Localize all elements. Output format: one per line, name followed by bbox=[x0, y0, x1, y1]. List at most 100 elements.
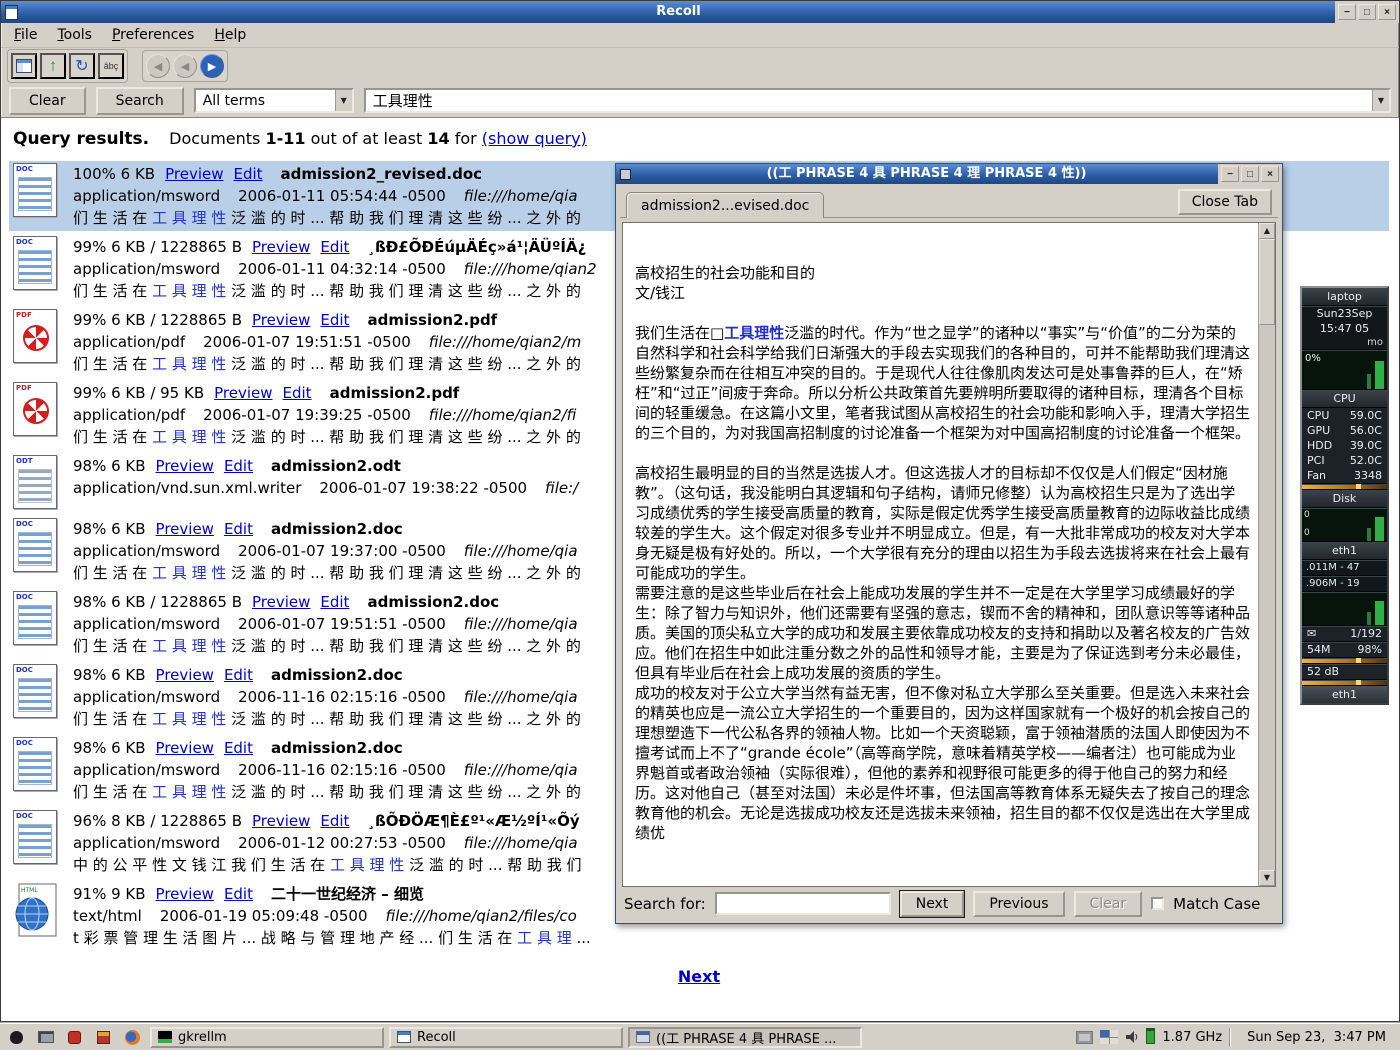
find-previous-button[interactable]: Previous bbox=[973, 891, 1064, 917]
result-edit-link[interactable]: Edit bbox=[320, 311, 349, 329]
scroll-down-icon[interactable]: ▼ bbox=[1259, 870, 1275, 886]
preview-window: ((工 PHRASE 4 具 PHRASE 4 理 PHRASE 4 性)) −… bbox=[615, 163, 1283, 924]
menu-file[interactable]: File bbox=[5, 24, 46, 46]
task-label: ((工 PHRASE 4 具 PHRASE ... bbox=[656, 1028, 836, 1047]
file-type-doc-icon: DOC bbox=[13, 518, 59, 574]
result-edit-link[interactable]: Edit bbox=[224, 885, 253, 903]
preview-document-text[interactable]: 高校招生的社会功能和目的文/钱江我们生活在□工具理性泛滥的时代。作为“世之显学”… bbox=[623, 223, 1258, 886]
sensor-value: 3348 bbox=[1354, 469, 1382, 482]
search-mode-select[interactable]: All terms ▼ bbox=[194, 88, 354, 113]
result-preview-link[interactable]: Preview bbox=[214, 384, 272, 402]
find-clear-button[interactable]: Clear bbox=[1074, 891, 1143, 917]
menu-help[interactable]: Help bbox=[205, 24, 255, 46]
result-edit-link[interactable]: Edit bbox=[320, 238, 349, 256]
title-bar[interactable]: Recoll − □ × bbox=[1, 1, 1399, 23]
result-preview-link[interactable]: Preview bbox=[156, 666, 214, 684]
snippet-match: 工 具 理 性 bbox=[152, 428, 226, 446]
result-preview-link[interactable]: Preview bbox=[156, 457, 214, 475]
result-preview-link[interactable]: Preview bbox=[165, 165, 223, 183]
menu-tools[interactable]: Tools bbox=[48, 24, 101, 46]
result-edit-link[interactable]: Edit bbox=[224, 457, 253, 475]
search-button[interactable]: Search bbox=[96, 87, 184, 115]
result-edit-link[interactable]: Edit bbox=[283, 384, 312, 402]
result-edit-link[interactable]: Edit bbox=[233, 165, 262, 183]
result-mime: application/msword bbox=[73, 834, 220, 852]
preview-minimize-button[interactable]: − bbox=[1221, 166, 1239, 182]
monitor-launcher-icon[interactable] bbox=[34, 1027, 57, 1048]
prev-page-button[interactable]: ◀ bbox=[173, 54, 197, 78]
first-page-button[interactable]: ◀ bbox=[146, 54, 170, 78]
preview-scrollbar[interactable]: ▲ ▼ bbox=[1258, 223, 1275, 886]
result-edit-link[interactable]: Edit bbox=[320, 812, 349, 830]
net-rx: .011M - 47 bbox=[1302, 560, 1387, 576]
keyboard-tray-icon[interactable] bbox=[1076, 1031, 1093, 1044]
maximize-button[interactable]: □ bbox=[1358, 4, 1376, 20]
package-launcher-icon[interactable] bbox=[92, 1027, 115, 1048]
minimize-button[interactable]: − bbox=[1338, 4, 1356, 20]
result-relevance-size: 98% 6 KB bbox=[73, 520, 146, 538]
pager-tray-icon[interactable] bbox=[1100, 1030, 1118, 1044]
result-url: file:///home/qian2/files/co bbox=[386, 907, 577, 925]
sensor-label: GPU bbox=[1307, 424, 1330, 437]
result-url: file:/ bbox=[545, 479, 578, 497]
doc-history-button[interactable] bbox=[11, 53, 37, 79]
result-preview-link[interactable]: Preview bbox=[252, 311, 310, 329]
term-explorer-button[interactable]: âbç bbox=[98, 53, 124, 79]
result-preview-link[interactable]: Preview bbox=[156, 739, 214, 757]
reload-button[interactable]: ↻ bbox=[69, 53, 95, 79]
battery-tray-icon[interactable] bbox=[1146, 1030, 1155, 1044]
preview-title-bar[interactable]: ((工 PHRASE 4 具 PHRASE 4 理 PHRASE 4 性)) −… bbox=[616, 164, 1282, 184]
footprint-launcher-icon[interactable] bbox=[5, 1027, 28, 1048]
scroll-up-icon[interactable]: ▲ bbox=[1259, 223, 1275, 239]
result-edit-link[interactable]: Edit bbox=[224, 739, 253, 757]
result-mime: text/html bbox=[73, 907, 142, 925]
taskbar-task-chart[interactable]: gkrellm bbox=[150, 1027, 384, 1048]
result-edit-link[interactable]: Edit bbox=[224, 666, 253, 684]
match-case-checkbox[interactable] bbox=[1151, 897, 1164, 910]
result-preview-link[interactable]: Preview bbox=[156, 885, 214, 903]
firefox-launcher-icon[interactable] bbox=[121, 1027, 144, 1048]
search-query-input[interactable] bbox=[366, 90, 1372, 111]
next-page-button[interactable]: ▶ bbox=[200, 54, 224, 78]
result-edit-link[interactable]: Edit bbox=[320, 593, 349, 611]
result-preview-link[interactable]: Preview bbox=[252, 238, 310, 256]
scrollbar-thumb[interactable] bbox=[1259, 239, 1275, 325]
sensor-value: 56.0C bbox=[1350, 424, 1382, 437]
toolbar: ↑ ↻ âbç ◀ ◀ ▶ bbox=[1, 48, 1399, 84]
result-url: file:///home/qian2/fi bbox=[429, 406, 577, 424]
snippet-match: 工 具 理 性 bbox=[152, 710, 226, 728]
chevron-down-icon: ▼ bbox=[335, 90, 352, 111]
result-preview-link[interactable]: Preview bbox=[252, 812, 310, 830]
result-title: admission2.odt bbox=[271, 457, 401, 475]
next-results-link[interactable]: Next bbox=[9, 967, 1389, 986]
result-preview-link[interactable]: Preview bbox=[156, 520, 214, 538]
close-button[interactable]: × bbox=[1378, 4, 1396, 20]
clear-button[interactable]: Clear bbox=[9, 87, 86, 115]
up-arrow-icon: ↑ bbox=[49, 56, 58, 76]
preview-close-button[interactable]: × bbox=[1261, 166, 1279, 182]
menu-preferences[interactable]: Preferences bbox=[103, 24, 203, 46]
preview-tab[interactable]: admission2...evised.doc bbox=[626, 192, 824, 218]
result-preview-link[interactable]: Preview bbox=[252, 593, 310, 611]
volume-tray-icon[interactable] bbox=[1125, 1030, 1139, 1044]
snippet-text: 泛 滥 的 时 ... 帮 助 我 们 理 清 这 些 纷 ... 之 外 的 bbox=[226, 710, 580, 728]
task-label: gkrellm bbox=[178, 1030, 227, 1045]
show-query-link[interactable]: (show query) bbox=[482, 129, 587, 148]
taskbar-task-recoll[interactable]: Recoll bbox=[389, 1027, 623, 1048]
find-next-button[interactable]: Next bbox=[900, 891, 965, 917]
close-tab-button[interactable]: Close Tab bbox=[1178, 189, 1272, 215]
preview-maximize-button[interactable]: □ bbox=[1241, 166, 1259, 182]
result-title: admission2.doc bbox=[271, 666, 403, 684]
query-history-chevron-icon[interactable]: ▼ bbox=[1372, 90, 1389, 111]
monitor-mo-label: mo bbox=[1302, 336, 1387, 349]
first-page-icon: ◀ bbox=[154, 60, 162, 73]
red-app-launcher-icon[interactable] bbox=[63, 1027, 86, 1048]
scrollbar-track[interactable] bbox=[1259, 239, 1275, 870]
sort-button[interactable]: ↑ bbox=[40, 53, 66, 79]
find-input[interactable] bbox=[715, 892, 891, 915]
taskbar-clock: Sun Sep 23, 3:47 PM bbox=[1238, 1030, 1395, 1045]
results-range: 1-11 bbox=[265, 129, 305, 148]
taskbar-task-window[interactable]: ((工 PHRASE 4 具 PHRASE ... bbox=[628, 1027, 862, 1048]
battery-row: 52 dB bbox=[1302, 664, 1387, 680]
result-edit-link[interactable]: Edit bbox=[224, 520, 253, 538]
